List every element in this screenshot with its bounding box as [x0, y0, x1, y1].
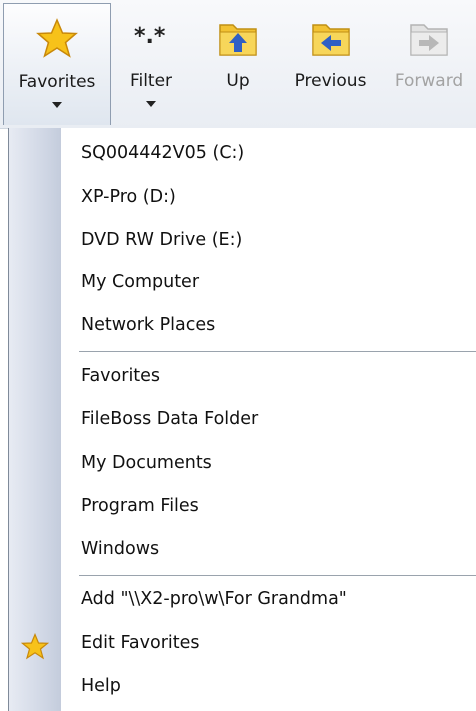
- menu-item-label: Network Places: [81, 315, 216, 335]
- star-icon: [21, 633, 49, 660]
- menu-item-label: XP-Pro (D:): [81, 187, 176, 207]
- menu-item-help[interactable]: Help: [9, 668, 476, 710]
- menu-item-windows[interactable]: Windows: [9, 531, 476, 573]
- previous-button[interactable]: Previous: [283, 3, 378, 125]
- toolbar: Favorites *.* Filter Up Previous Forward: [0, 0, 476, 129]
- menu-item-label: Add "\\X2-pro\w\For Grandma": [81, 589, 347, 609]
- menu-item-my-computer[interactable]: My Computer: [9, 264, 476, 306]
- forward-label: Forward: [394, 71, 464, 91]
- menu-separator: [79, 575, 476, 576]
- menu-item-label: My Computer: [81, 272, 200, 292]
- menu-item-label: Favorites: [81, 366, 161, 386]
- menu-item-label: SQ004442V05 (C:): [81, 143, 245, 163]
- menu-item-label: Help: [81, 676, 121, 696]
- menu-item-drive-e[interactable]: DVD RW Drive (E:): [9, 222, 476, 264]
- chevron-down-icon[interactable]: [146, 101, 156, 107]
- filter-button[interactable]: *.* Filter: [116, 3, 186, 125]
- menu-item-label: My Documents: [81, 453, 212, 473]
- menu-item-edit-favorites[interactable]: Edit Favorites: [9, 625, 476, 667]
- folder-back-icon: [311, 24, 350, 56]
- menu-item-network-places[interactable]: Network Places: [9, 307, 476, 349]
- filter-icon: *.*: [134, 24, 166, 49]
- favorites-menu: SQ004442V05 (C:) XP-Pro (D:) DVD RW Driv…: [8, 128, 476, 711]
- menu-item-favorites[interactable]: Favorites: [9, 358, 476, 400]
- menu-item-fileboss-data-folder[interactable]: FileBoss Data Folder: [9, 401, 476, 443]
- menu-item-my-documents[interactable]: My Documents: [9, 445, 476, 487]
- forward-button[interactable]: Forward: [384, 3, 474, 125]
- favorites-label: Favorites: [18, 72, 96, 92]
- folder-up-icon: [219, 24, 257, 56]
- menu-separator: [79, 351, 476, 352]
- chevron-down-icon[interactable]: [52, 102, 62, 108]
- menu-item-label: FileBoss Data Folder: [81, 409, 259, 429]
- menu-item-add-favorite[interactable]: Add "\\X2-pro\w\For Grandma": [9, 581, 476, 623]
- star-icon: [36, 18, 78, 58]
- filter-label: Filter: [129, 71, 173, 91]
- up-button[interactable]: Up: [208, 3, 268, 125]
- svg-text:*.*: *.*: [134, 24, 166, 49]
- menu-item-label: Windows: [81, 539, 160, 559]
- folder-forward-icon: [410, 24, 448, 56]
- menu-item-drive-c[interactable]: SQ004442V05 (C:): [9, 135, 476, 177]
- menu-item-program-files[interactable]: Program Files: [9, 488, 476, 530]
- menu-item-drive-d[interactable]: XP-Pro (D:): [9, 179, 476, 221]
- previous-label: Previous: [294, 71, 367, 91]
- menu-item-label: DVD RW Drive (E:): [81, 230, 243, 250]
- menu-item-label: Edit Favorites: [81, 633, 200, 653]
- menu-item-label: Program Files: [81, 496, 199, 516]
- up-label: Up: [226, 71, 250, 91]
- favorites-button[interactable]: Favorites: [3, 3, 111, 125]
